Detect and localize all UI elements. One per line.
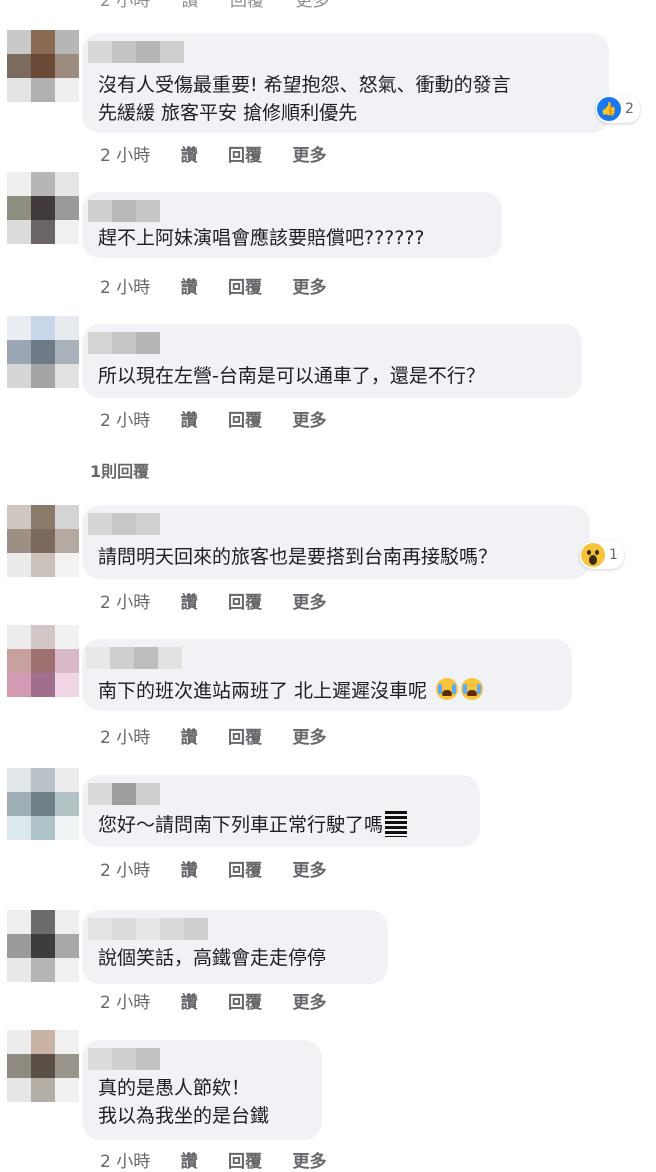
comment-text: 所以現在左營-台南是可以通車了，還是不行？ [98, 365, 485, 387]
comment-actions: 2 小時 讚 回覆 更多 [100, 1147, 326, 1172]
commenter-name[interactable] [88, 918, 208, 940]
time-label: 2 小時 [100, 0, 151, 11]
comment-actions: 2 小時 讚 回覆 更多 [100, 988, 326, 1013]
time-label: 2 小時 [100, 1152, 151, 1172]
crying-face-icon [461, 678, 484, 700]
avatar[interactable] [7, 505, 79, 577]
avatar[interactable] [7, 316, 79, 388]
like-link[interactable]: 讚 [181, 273, 198, 298]
reply-link[interactable]: 回覆 [228, 406, 262, 431]
reply-link[interactable]: 回覆 [228, 141, 262, 166]
more-link[interactable]: 更多 [292, 273, 326, 298]
reaction-badge[interactable]: 👍 2 [596, 95, 640, 123]
comment-text-line: 我以為我坐的是台鐵 [98, 1105, 270, 1127]
like-link[interactable]: 讚 [181, 988, 198, 1013]
comment-text: 趕不上阿妹演唱會應該要賠償吧?????? [98, 227, 425, 249]
more-link[interactable]: 更多 [292, 723, 326, 748]
comment-text: 南下的班次進站兩班了 北上遲遲沒車呢 [98, 677, 484, 705]
reaction-count: 2 [625, 101, 634, 117]
time-label: 2 小時 [100, 993, 151, 1013]
like-link[interactable]: 讚 [181, 1147, 198, 1172]
comment-bubble: 趕不上阿妹演唱會應該要賠償吧?????? [82, 192, 502, 258]
like-icon: 👍 [597, 97, 621, 121]
time-label: 2 小時 [100, 593, 151, 613]
like-link[interactable]: 讚 [181, 856, 198, 881]
reply-link[interactable]: 回覆 [228, 723, 262, 748]
avatar[interactable] [7, 172, 79, 244]
more-link[interactable]: 更多 [292, 856, 326, 881]
more-link[interactable]: 更多 [292, 406, 326, 431]
comment-text-line: 真的是愚人節欸！ [98, 1077, 251, 1099]
avatar[interactable] [7, 910, 79, 982]
like-link[interactable]: 讚 [181, 723, 198, 748]
reply-link[interactable]: 回覆 [228, 1147, 262, 1172]
comment-bubble: 真的是愚人節欸！ 我以為我坐的是台鐵 [82, 1040, 322, 1140]
reply-link[interactable]: 回覆 [228, 273, 262, 298]
like-link[interactable]: 讚 [182, 0, 199, 11]
more-link[interactable]: 更多 [292, 1147, 326, 1172]
comment-text-line: 您好～請問南下列車正常行駛了嗎 [98, 814, 384, 836]
reaction-badge[interactable]: 1 [580, 541, 624, 569]
comment-bubble: 南下的班次進站兩班了 北上遲遲沒車呢 [82, 639, 572, 711]
comment-bubble: 所以現在左營-台南是可以通車了，還是不行？ [82, 324, 582, 398]
comment-text: 請問明天回來的旅客也是要搭到台南再接駁嗎？ [98, 546, 498, 568]
wow-icon [581, 543, 605, 567]
commenter-name[interactable] [88, 332, 160, 354]
previous-comment-actions: 2 小時 讚 回覆 更多 [100, 0, 355, 11]
avatar[interactable] [7, 1030, 79, 1102]
time-label: 2 小時 [100, 278, 151, 298]
like-link[interactable]: 讚 [181, 406, 198, 431]
comment-text: 說個笑話，高鐵會走走停停 [98, 947, 327, 969]
commenter-name[interactable] [86, 647, 182, 669]
comment-actions: 2 小時 讚 回覆 更多 [100, 856, 326, 881]
comment-bubble: 沒有人受傷最重要! 希望抱怨、怒氣、衝動的發言 先緩緩 旅客平安 搶修順利優先 [82, 33, 609, 133]
time-label: 2 小時 [100, 411, 151, 431]
commenter-name[interactable] [88, 200, 160, 222]
commenter-name[interactable] [88, 41, 184, 63]
avatar[interactable] [7, 30, 79, 102]
comment-actions: 2 小時 讚 回覆 更多 [100, 588, 326, 613]
comment-text: 沒有人受傷最重要! 希望抱怨、怒氣、衝動的發言 先緩緩 旅客平安 搶修順利優先 [98, 71, 608, 127]
like-link[interactable]: 讚 [181, 588, 198, 613]
like-link[interactable]: 讚 [181, 141, 198, 166]
more-link[interactable]: 更多 [295, 0, 329, 11]
commenter-name[interactable] [88, 1048, 160, 1070]
hamburger-icon [385, 811, 408, 837]
reply-link[interactable]: 回覆 [230, 0, 264, 11]
more-link[interactable]: 更多 [292, 988, 326, 1013]
avatar[interactable] [7, 768, 79, 840]
reply-link[interactable]: 回覆 [228, 856, 262, 881]
commenter-name[interactable] [88, 783, 160, 805]
comment-text: 真的是愚人節欸！ 我以為我坐的是台鐵 [98, 1074, 318, 1130]
comment-bubble: 您好～請問南下列車正常行駛了嗎 [82, 775, 480, 847]
time-label: 2 小時 [100, 146, 151, 166]
comment-text-line: 先緩緩 旅客平安 搶修順利優先 [98, 102, 358, 124]
reply-link[interactable]: 回覆 [228, 588, 262, 613]
comment-text-line: 沒有人受傷最重要! 希望抱怨、怒氣、衝動的發言 [98, 74, 511, 96]
comment-text: 您好～請問南下列車正常行駛了嗎 [98, 811, 408, 839]
view-replies-link[interactable]: 1則回覆 [90, 458, 149, 482]
crying-face-icon [436, 678, 459, 700]
comment-actions: 2 小時 讚 回覆 更多 [100, 141, 326, 166]
comment-actions: 2 小時 讚 回覆 更多 [100, 273, 326, 298]
commenter-name[interactable] [88, 513, 160, 535]
comment-bubble: 請問明天回來的旅客也是要搭到台南再接駁嗎？ [82, 505, 590, 579]
more-link[interactable]: 更多 [292, 588, 326, 613]
time-label: 2 小時 [100, 728, 151, 748]
reply-link[interactable]: 回覆 [228, 988, 262, 1013]
comment-bubble: 說個笑話，高鐵會走走停停 [82, 910, 388, 984]
avatar[interactable] [7, 625, 79, 697]
reaction-count: 1 [609, 547, 618, 563]
more-link[interactable]: 更多 [292, 141, 326, 166]
time-label: 2 小時 [100, 861, 151, 881]
comment-actions: 2 小時 讚 回覆 更多 [100, 723, 326, 748]
comment-text-line: 南下的班次進站兩班了 北上遲遲沒車呢 [98, 680, 428, 702]
comment-actions: 2 小時 讚 回覆 更多 [100, 406, 326, 431]
